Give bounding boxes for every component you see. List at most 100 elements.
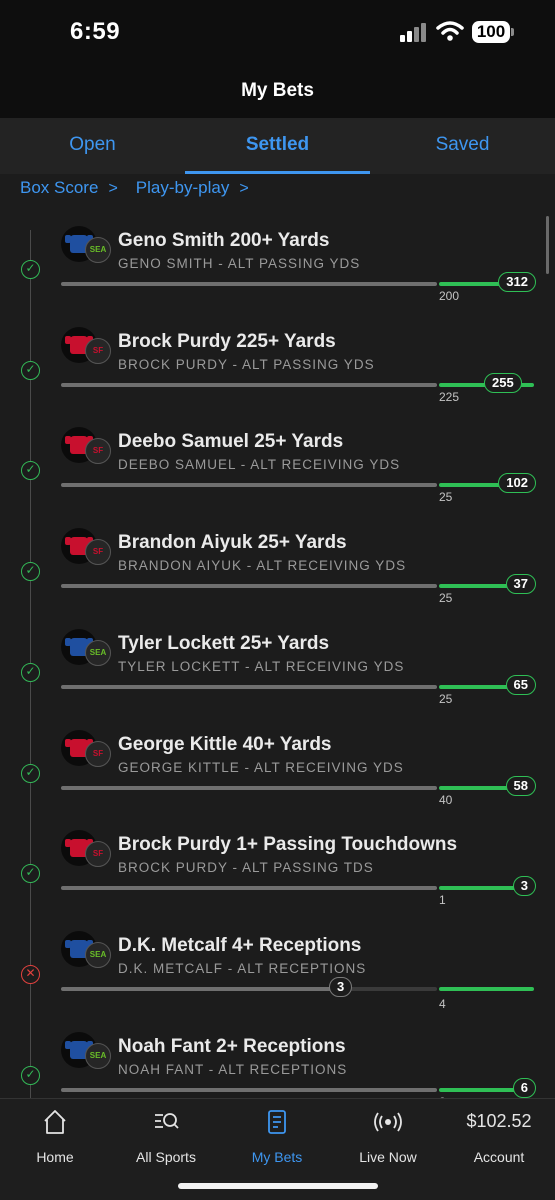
team-logo-icon: SF <box>85 438 111 465</box>
actual-stat-badge: 102 <box>498 473 536 494</box>
line-value: 40 <box>439 792 453 807</box>
chevron-right-icon: > <box>108 180 118 197</box>
player-avatar: SF <box>61 326 111 367</box>
nav-home[interactable]: Home <box>0 1107 110 1165</box>
tab-saved[interactable]: Saved <box>370 118 555 174</box>
progress-bar-line <box>61 382 437 387</box>
game-links: Box Score > Play-by-play > <box>20 178 267 198</box>
box-score-link[interactable]: Box Score <box>20 178 98 197</box>
bet-market: BRANDON AIYUK - ALT RECEIVING YDS <box>118 558 407 574</box>
team-logo-icon: SF <box>85 740 111 767</box>
won-check-icon: ✓ <box>21 662 40 682</box>
team-logo-icon: SEA <box>85 237 111 263</box>
bet-title: Brock Purdy 225+ Yards <box>118 330 336 352</box>
actual-stat-badge: 37 <box>505 574 536 595</box>
bet-market: TYLER LOCKETT - ALT RECEIVING YDS <box>118 658 405 674</box>
play-by-play-link[interactable]: Play-by-play <box>136 178 230 197</box>
bet-title: D.K. Metcalf 4+ Receptions <box>118 934 362 956</box>
actual-stat-badge: 312 <box>498 272 536 292</box>
chevron-right-icon: > <box>239 180 249 197</box>
bet-leg-row[interactable]: ✓ SEA Geno Smith 200+ Yards GENO SMITH - AL… <box>0 226 555 326</box>
bet-market: GEORGE KITTLE - ALT RECEIVING YDS <box>118 759 404 775</box>
nav-all-sports-label: All Sports <box>136 1149 196 1165</box>
nav-home-label: Home <box>36 1149 74 1165</box>
bet-market: NOAH FANT - ALT RECEPTIONS <box>118 1061 348 1077</box>
nav-my-bets-label: My Bets <box>251 1149 303 1165</box>
team-logo-icon: SEA <box>85 639 111 666</box>
nav-live-now-label: Live Now <box>359 1149 417 1165</box>
line-value: 25 <box>439 591 453 606</box>
bet-leg-row[interactable]: ✓ SEA Tyler Lockett 25+ Yards TYLER LOCKETT… <box>0 628 555 729</box>
cellular-signal-icon <box>400 22 428 42</box>
nav-account[interactable]: $102.52 Account <box>444 1107 554 1165</box>
line-value: 25 <box>439 490 453 505</box>
won-check-icon: ✓ <box>21 1065 40 1085</box>
bet-title: Geno Smith 200+ Yards <box>118 230 330 251</box>
bet-market: BROCK PURDY - ALT PASSING YDS <box>118 356 375 372</box>
settled-bet-detail: Box Score > Play-by-play > ✓ SEA Geno Smith 2… <box>0 174 555 1098</box>
progress-bar-line <box>61 684 437 689</box>
bet-leg-row[interactable]: ✓ SF Brandon Aiyuk 25+ Yards BRANDON AIYUK … <box>0 528 555 628</box>
nav-my-bets[interactable]: My Bets <box>222 1107 332 1165</box>
tab-settled[interactable]: Settled <box>185 118 370 174</box>
progress-bar-over <box>439 986 534 991</box>
team-logo-icon: SF <box>85 337 111 364</box>
wifi-icon <box>436 21 464 41</box>
live-broadcast-icon <box>374 1112 402 1132</box>
account-balance: $102.52 <box>466 1111 532 1131</box>
status-bar: 6:59 100 <box>0 0 555 66</box>
sports-search-icon <box>155 1113 179 1129</box>
progress-bar-achieved <box>61 986 333 991</box>
actual-stat-badge: 3 <box>512 876 536 897</box>
tab-open[interactable]: Open <box>0 118 185 174</box>
player-avatar: SF <box>61 729 111 770</box>
bet-market: GENO SMITH - ALT PASSING YDS <box>118 256 361 271</box>
bet-slip-icon <box>268 1110 286 1134</box>
bet-title: Deebo Samuel 25+ Yards <box>118 431 344 453</box>
won-check-icon: ✓ <box>21 763 40 783</box>
bet-market: BROCK PURDY - ALT PASSING TDS <box>118 860 374 876</box>
bet-title: George Kittle 40+ Yards <box>118 733 332 755</box>
actual-stat-badge: 6 <box>512 1077 536 1098</box>
page-title: My Bets <box>241 80 314 101</box>
bet-leg-row[interactable]: ✕ SEA D.K. Metcalf 4+ Receptions D.K. METCA… <box>0 930 555 1031</box>
player-avatar: SF <box>61 528 111 568</box>
player-avatar: SEA <box>61 1031 111 1072</box>
progress-bar-line <box>61 584 437 589</box>
nav-live-now[interactable]: Live Now <box>333 1107 443 1165</box>
actual-stat-badge: 3 <box>329 976 353 997</box>
progress-bar-line <box>61 483 437 488</box>
home-icon <box>44 1110 66 1134</box>
home-indicator[interactable] <box>178 1183 378 1189</box>
progress-bar-line <box>61 886 437 891</box>
line-value: 200 <box>439 289 460 303</box>
bet-leg-row[interactable]: ✓ SF Brock Purdy 1+ Passing Touchdowns BROC… <box>0 830 555 930</box>
line-value: 25 <box>439 691 453 706</box>
team-logo-icon: SF <box>85 539 111 566</box>
actual-stat-badge: 65 <box>505 674 536 695</box>
progress-bar-line <box>61 282 437 286</box>
bet-title: Tyler Lockett 25+ Yards <box>118 632 330 654</box>
player-avatar: SF <box>61 830 111 870</box>
line-value: 1 <box>439 893 446 908</box>
team-logo-icon: SEA <box>85 941 111 968</box>
bet-tabs: Open Settled Saved <box>0 118 555 174</box>
won-check-icon: ✓ <box>21 864 40 884</box>
line-value: 225 <box>439 389 460 404</box>
bet-title: Brock Purdy 1+ Passing Touchdowns <box>118 834 458 856</box>
won-check-icon: ✓ <box>21 461 40 481</box>
bet-market: DEEBO SAMUEL - ALT RECEIVING YDS <box>118 457 401 473</box>
bet-leg-row[interactable]: ✓ SF George Kittle 40+ Yards GEORGE KITTLE … <box>0 729 555 830</box>
progress-bar-line <box>61 785 437 790</box>
player-avatar: SEA <box>61 930 111 971</box>
progress-bar-line <box>61 1087 437 1092</box>
nav-account-label: Account <box>473 1149 525 1165</box>
nav-all-sports[interactable]: All Sports <box>111 1107 221 1165</box>
bet-market: D.K. METCALF - ALT RECEPTIONS <box>118 960 367 976</box>
won-check-icon: ✓ <box>21 260 40 279</box>
bet-leg-row[interactable]: ✓ SEA Noah Fant 2+ Receptions NOAH FANT - A… <box>0 1031 555 1098</box>
won-check-icon: ✓ <box>21 360 40 380</box>
bet-leg-row[interactable]: ✓ SF Brock Purdy 225+ Yards BROCK PURDY - A… <box>0 326 555 427</box>
player-avatar: SEA <box>61 226 111 266</box>
bet-leg-row[interactable]: ✓ SF Deebo Samuel 25+ Yards DEEBO SAMUEL - … <box>0 427 555 527</box>
